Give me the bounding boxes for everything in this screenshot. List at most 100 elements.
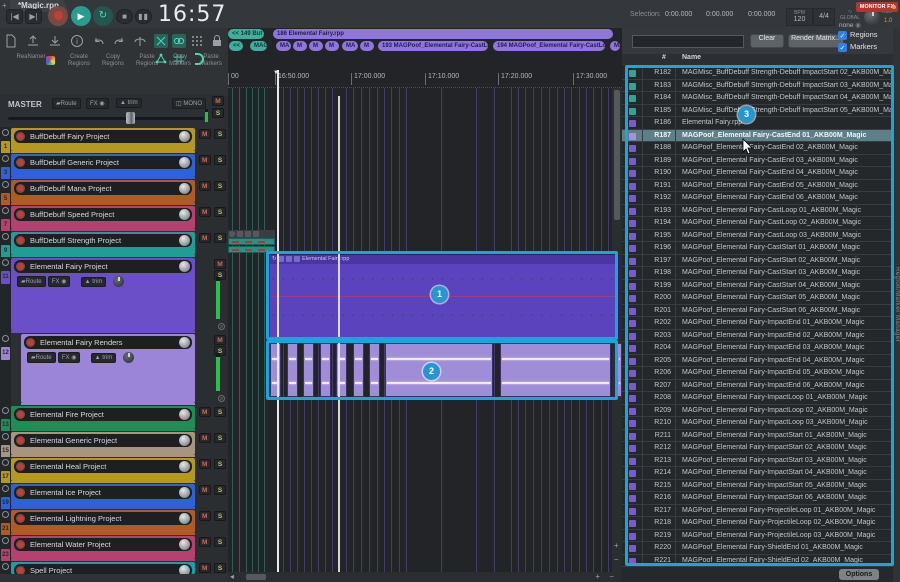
region-name[interactable]: MAGPoof_Elemental Fairy-CastLoop 01_AKB0… [678,205,893,217]
record-arm-icon[interactable] [16,488,25,497]
region-name[interactable]: MAGPoof_Elemental Fairy-CastEnd 05_AKB00… [678,180,893,192]
region-id[interactable]: R206 [644,367,676,379]
track-name[interactable]: BuffDebuff Generic Project [30,158,119,167]
region-row[interactable]: R182 MAGMisc_BuffDebuff Strength-Debuff … [622,67,893,80]
region-id[interactable]: R191 [644,180,676,192]
zoom-out-icon[interactable]: − [609,573,614,581]
region-name[interactable]: MAGPoof_Elemental Fairy-ImpactLoop 01_AK… [678,392,893,404]
track-row[interactable]: 7 BuffDebuff Speed Project M S [0,205,228,231]
record-arm-icon[interactable] [16,514,25,523]
region-id[interactable]: R196 [644,242,676,254]
region-id[interactable]: R214 [644,467,676,479]
volume-knob[interactable] [179,513,190,524]
region-row[interactable]: R217 MAGPoof_Elemental Fairy-ProjectileL… [622,505,893,518]
region-color-swatch[interactable] [629,508,636,515]
track-name[interactable]: BuffDebuff Strength Project [30,236,121,245]
region-color-swatch[interactable] [629,370,636,377]
region-row[interactable]: R204 MAGPoof_Elemental Fairy-ImpactEnd 0… [622,342,893,355]
region-color-swatch[interactable] [629,308,636,315]
region-name[interactable]: MAGMisc_BuffDebuff Strength-Debuff Impac… [678,67,893,79]
marker-pill[interactable]: M [325,41,339,51]
reanamer-icon[interactable] [46,56,55,65]
region-name[interactable]: MAGPoof_Elemental Fairy-CastStart 01_AKB… [678,242,893,254]
region-id[interactable]: R210 [644,417,676,429]
track-row[interactable]: 1 BuffDebuff Fairy Project M S [0,127,228,153]
region-color-swatch[interactable] [629,433,636,440]
export-icon[interactable] [26,34,40,48]
marker-pill[interactable]: 193 MAGPoof_Elemental Fairy-CastLoop [378,41,488,51]
region-color-swatch[interactable] [629,408,636,415]
region-name[interactable]: MAGPoof_Elemental Fairy-CastStart 05_AKB… [678,292,893,304]
region-row[interactable]: R186 Elemental Fairy.rpp [622,117,893,130]
undo-icon[interactable] [92,34,106,48]
marker-pill[interactable]: M [309,41,323,51]
marker-pill[interactable]: MA [342,41,358,51]
region-color-swatch[interactable] [629,233,636,240]
region-color-swatch[interactable] [629,520,636,527]
checkbox-icon[interactable]: ✓ [838,31,847,40]
marker-pill[interactable]: M [293,41,307,51]
region-color-swatch[interactable] [629,120,636,127]
scroll-left-icon[interactable]: ◂ [230,573,234,581]
clear-button[interactable]: Clear [750,34,784,48]
region-name[interactable]: MAGPoof_Elemental Fairy-ImpactStart 01_A… [678,430,893,442]
region-row[interactable]: R191 MAGPoof_Elemental Fairy-CastEnd 05_… [622,180,893,193]
region-name[interactable]: MAGPoof_Elemental Fairy-ImpactEnd 02_AKB… [678,330,893,342]
region-row[interactable]: R184 MAGMisc_BuffDebuff Strength-Debuff … [622,92,893,105]
record-arm-icon[interactable] [26,338,35,347]
audio-take-item[interactable] [228,246,275,253]
region-id[interactable]: R183 [644,80,676,92]
master-mute-button[interactable]: M [212,96,224,106]
track-row[interactable]: 23 Elemental Water Project M S [0,535,228,561]
region-color-swatch[interactable] [629,495,636,502]
region-name[interactable]: MAGPoof_Elemental Fairy-ImpactEnd 06_AKB… [678,380,893,392]
timeline-ruler[interactable]: 0016:50.00017:00.00017:10.00017:20.00017… [228,70,622,88]
record-arm-icon[interactable] [16,158,25,167]
region-id[interactable]: R200 [644,292,676,304]
audio-item[interactable] [369,343,380,397]
region-color-swatch[interactable] [629,483,636,490]
render-matrix-button[interactable]: Render Matrix... [788,34,844,48]
region-id[interactable]: R205 [644,355,676,367]
region-id[interactable]: R219 [644,530,676,542]
region-name[interactable]: MAGPoof_Elemental Fairy-CastLoop 02_AKB0… [678,217,893,229]
region-id[interactable]: R217 [644,505,676,517]
region-color-swatch[interactable] [629,395,636,402]
region-id[interactable]: R198 [644,267,676,279]
region-color-swatch[interactable] [629,320,636,327]
region-row[interactable]: R197 MAGPoof_Elemental Fairy-CastStart 0… [622,255,893,268]
marker-pill[interactable]: MA [276,41,291,51]
region-row[interactable]: R214 MAGPoof_Elemental Fairy-ImpactStart… [622,467,893,480]
record-arm-icon[interactable] [2,155,9,162]
info-icon[interactable]: i [70,34,84,48]
timesig-display[interactable]: 4/4 [813,8,835,26]
region-id[interactable]: R192 [644,192,676,204]
region-name[interactable]: MAGPoof_Elemental Fairy-ImpactStart 06_A… [678,492,893,504]
trim-button[interactable]: ▲ trim [91,353,117,363]
volume-knob[interactable] [179,565,190,574]
volume-knob[interactable] [179,461,190,472]
record-arm-icon[interactable] [2,129,9,136]
record-arm-icon[interactable] [16,566,25,574]
mute-button[interactable]: M [199,537,211,547]
region-id[interactable]: R218 [644,517,676,529]
record-arm-icon[interactable] [16,236,25,245]
bpm-display[interactable]: BPM 120 [786,8,813,26]
region-name[interactable]: MAGPoof_Elemental Fairy-ImpactEnd 04_AKB… [678,355,893,367]
item-buttons-strip[interactable] [228,230,275,238]
region-row[interactable]: R215 MAGPoof_Elemental Fairy-ImpactStart… [622,480,893,493]
region-pill[interactable]: << 149 But [228,29,264,39]
region-color-swatch[interactable] [629,108,636,115]
route-button[interactable]: ▰Route [27,352,56,363]
filter-input[interactable] [632,35,744,48]
track-row[interactable]: 13 Elemental Fire Project M S [0,405,228,431]
region-name[interactable]: MAGPoof_Elemental Fairy-CastLoop 03_AKB0… [678,230,893,242]
track-name[interactable]: Elemental Heal Project [30,462,106,471]
region-name[interactable]: MAGPoof_Elemental Fairy-ImpactLoop 02_AK… [678,405,893,417]
region-row[interactable]: R218 MAGPoof_Elemental Fairy-ProjectileL… [622,517,893,530]
paste-regions-icon[interactable] [172,34,186,48]
record-arm-icon[interactable] [2,459,9,466]
region-name[interactable]: MAGMisc_BuffDebuff Strength-Debuff Impac… [678,80,893,92]
master-mono-button[interactable]: ◫ MONO [172,98,206,109]
track-row[interactable]: 15 Elemental Generic Project M S [0,431,228,457]
